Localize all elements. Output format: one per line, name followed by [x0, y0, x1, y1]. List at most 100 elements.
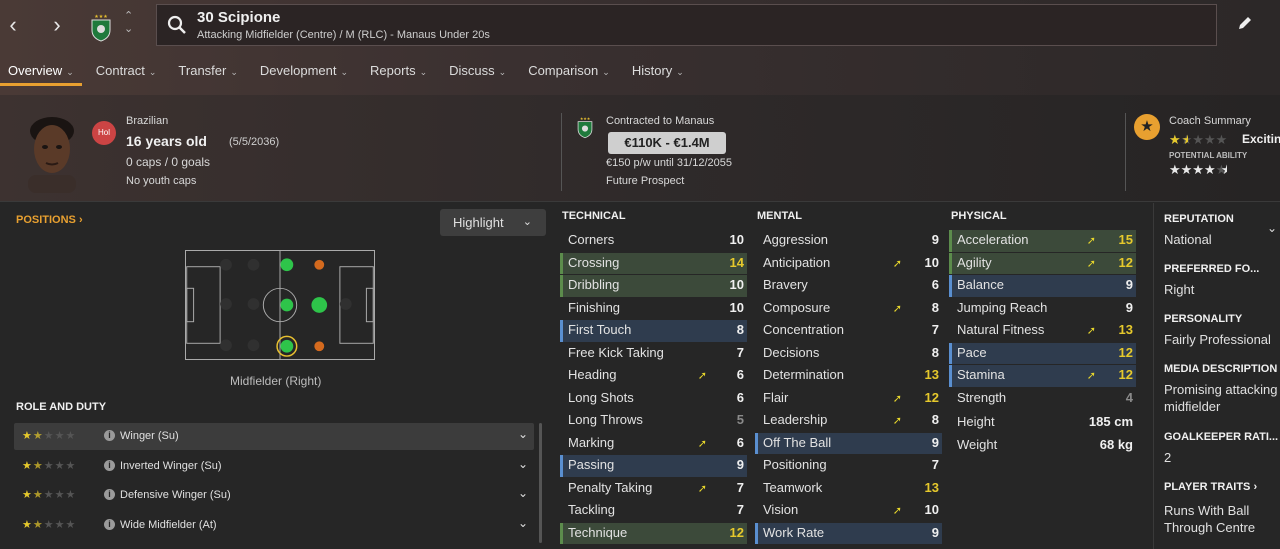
wage: €150 p/w until 31/12/2055 [606, 157, 732, 169]
attribute-row[interactable]: Jumping Reach 9 [949, 298, 1136, 320]
role-name: Wide Midfielder (At) [120, 518, 217, 531]
attribute-name: Work Rate [763, 524, 825, 540]
tab-history[interactable]: History ⌄ [624, 60, 692, 86]
attribute-row[interactable]: Teamwork 13 [755, 478, 942, 500]
highlight-dropdown[interactable]: Highlight ⌄ [440, 209, 546, 236]
forward-arrow-icon[interactable]: › [46, 12, 68, 38]
attribute-row[interactable]: Off The Ball 9 [755, 432, 942, 454]
player-traits-title[interactable]: PLAYER TRAITS › [1164, 481, 1257, 493]
player-search-box[interactable]: 30 Scipione Attacking Midfielder (Centre… [156, 4, 1217, 46]
attribute-row[interactable]: Vision ➚ 10 [755, 500, 942, 522]
attribute-row[interactable]: Technique 12 [560, 522, 747, 544]
info-icon[interactable]: i [104, 518, 115, 530]
attribute-row[interactable]: Heading ➚ 6 [560, 365, 747, 387]
chevron-down-icon[interactable]: ⌄ [518, 516, 528, 530]
attribute-row[interactable]: Bravery 6 [755, 275, 942, 297]
tab-overview[interactable]: Overview ⌄ [0, 60, 82, 86]
attribute-row[interactable]: Aggression 9 [755, 230, 942, 252]
back-arrow-icon[interactable]: ‹ [2, 12, 24, 38]
attribute-row[interactable]: Penalty Taking ➚ 7 [560, 478, 747, 500]
role-row[interactable]: ★★★★★ i Wide Midfielder (At) ⌄ [14, 512, 534, 539]
attribute-row[interactable]: Dribbling 10 [560, 275, 747, 297]
divider [1125, 113, 1126, 191]
attribute-row[interactable]: Acceleration ➚ 15 [949, 230, 1136, 252]
chevron-down-icon[interactable]: ⌄ [518, 486, 528, 500]
role-stars: ★★★★★ [22, 430, 77, 442]
tab-transfer[interactable]: Transfer ⌄ [170, 60, 245, 86]
attribute-row[interactable]: Free Kick Taking 7 [560, 343, 747, 365]
attribute-value: 14 [729, 254, 744, 270]
attribute-row[interactable]: Work Rate 9 [755, 522, 942, 544]
physical-title: PHYSICAL [951, 210, 1007, 222]
technical-column: TECHNICAL Corners 10 Crossing 14 Dribbling 10… [560, 210, 747, 545]
attribute-row[interactable]: Passing 9 [560, 455, 747, 477]
info-icon[interactable]: i [104, 489, 115, 500]
value-range-pill[interactable]: €110K - €1.4M [608, 132, 726, 154]
role-row[interactable]: ★★★★★ i Inverted Winger (Su) ⌄ [14, 453, 534, 480]
tab-development[interactable]: Development ⌄ [252, 60, 356, 86]
attribute-row[interactable]: Long Shots 6 [560, 388, 747, 410]
tab-comparison[interactable]: Comparison ⌄ [520, 60, 618, 86]
attribute-row[interactable]: Crossing 14 [560, 252, 747, 274]
attribute-value: 10 [729, 232, 744, 247]
attribute-row[interactable]: Concentration 7 [755, 320, 942, 342]
attribute-value: 12 [729, 524, 744, 540]
role-row[interactable]: ★★★★★ i Winger (Su) ⌄ [14, 423, 534, 450]
attribute-value: 12 [1118, 367, 1133, 382]
club-badge-icon[interactable]: ★★★ [88, 12, 114, 42]
attribute-row[interactable]: Agility ➚ 12 [949, 252, 1136, 274]
attribute-value: 7 [736, 479, 744, 495]
attribute-row[interactable]: Long Throws 5 [560, 410, 747, 432]
attribute-value: 8 [931, 299, 939, 315]
mental-column: MENTAL Aggression 9 Anticipation ➚ 10 Bravery… [755, 210, 942, 545]
tab-reports[interactable]: Reports ⌄ [362, 60, 435, 86]
attribute-value: 9 [931, 434, 939, 450]
attribute-value: 6 [736, 367, 744, 382]
attribute-name: Heading [568, 367, 617, 382]
chevron-down-icon[interactable]: ⌄ [518, 427, 528, 441]
info-icon[interactable]: i [104, 430, 115, 441]
attribute-row[interactable]: First Touch 8 [560, 320, 747, 342]
attribute-row[interactable]: Balance 9 [949, 275, 1136, 297]
attribute-value: 4 [1125, 389, 1133, 405]
player-switch-icon[interactable]: ⌃ ⌄ [124, 10, 133, 36]
attribute-row[interactable]: Anticipation ➚ 10 [755, 253, 942, 275]
svg-text:★★★: ★★★ [580, 117, 591, 121]
trend-up-arrow-icon: ➚ [892, 415, 902, 427]
attribute-row[interactable]: Corners 10 [560, 230, 747, 252]
hol-badge: Hol [92, 121, 116, 145]
attribute-name: Positioning [763, 457, 827, 472]
attribute-row[interactable]: Marking ➚ 6 [560, 433, 747, 455]
role-row[interactable]: ★★★★★ i Defensive Winger (Su) ⌄ [14, 482, 534, 509]
attribute-row[interactable]: Leadership ➚ 8 [755, 410, 942, 432]
natural-position-label: Midfielder (Right) [230, 374, 322, 388]
attribute-row[interactable]: Stamina ➚ 12 [949, 365, 1136, 387]
trend-up-arrow-icon: ➚ [1086, 257, 1096, 270]
tab-discuss[interactable]: Discuss ⌄ [441, 60, 514, 86]
personality-title: PERSONALITY [1164, 313, 1243, 325]
height-label: Height [957, 414, 995, 429]
attribute-row[interactable]: Composure ➚ 8 [755, 298, 942, 320]
attribute-row[interactable]: Finishing 10 [560, 298, 747, 320]
attribute-name: Stamina [957, 367, 1005, 382]
chevron-down-icon[interactable]: ⌄ [518, 457, 528, 471]
positions-title[interactable]: POSITIONS › [16, 214, 83, 226]
attribute-name: Concentration [763, 322, 844, 337]
attribute-row[interactable]: Pace 12 [949, 342, 1136, 364]
chevron-down-icon[interactable]: ⌄ [1267, 221, 1277, 235]
attribute-row[interactable]: Positioning 7 [755, 455, 942, 477]
goalkeeper-rating-title: GOALKEEPER RATI... [1164, 431, 1279, 443]
tab-contract[interactable]: Contract ⌄ [88, 60, 165, 86]
goalkeeper-rating-value: 2 [1164, 450, 1172, 465]
attribute-name: Decisions [763, 344, 820, 360]
info-icon[interactable]: i [104, 459, 115, 471]
attribute-row[interactable]: Tackling 7 [560, 500, 747, 522]
coach-summary-title: Coach Summary [1169, 115, 1251, 127]
attribute-row[interactable]: Decisions 8 [755, 343, 942, 365]
scrollbar[interactable] [539, 423, 542, 543]
attribute-row[interactable]: Flair ➚ 12 [755, 388, 942, 410]
edit-pencil-icon[interactable] [1236, 14, 1254, 32]
attribute-row[interactable]: Strength 4 [949, 388, 1136, 410]
attribute-row[interactable]: Determination 13 [755, 365, 942, 387]
attribute-row[interactable]: Natural Fitness ➚ 13 [949, 320, 1136, 342]
